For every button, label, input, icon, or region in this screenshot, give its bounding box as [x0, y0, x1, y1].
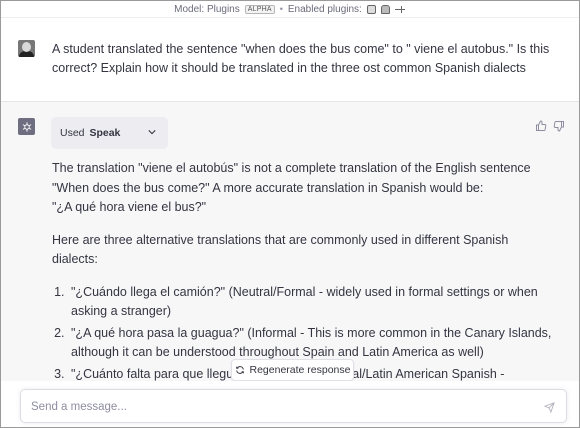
list-item: "¿A qué hora pasa la guagua?" (Informal … — [68, 324, 552, 363]
separator-dot: • — [279, 4, 283, 14]
plugin-icon-2 — [380, 4, 390, 14]
regenerate-button[interactable]: Regenerate response — [231, 359, 354, 381]
answer-intro: The translation "viene el autobús" is no… — [52, 159, 552, 218]
user-message-text: A student translated the sentence "when … — [52, 42, 550, 75]
assistant-logo-icon — [18, 118, 35, 135]
alpha-badge: ALPHA — [244, 4, 275, 14]
message-composer — [20, 389, 567, 423]
chat-window: Model: Plugins ALPHA • Enabled plugins: … — [0, 0, 580, 428]
answer-list-intro: Here are three alternative translations … — [52, 232, 509, 267]
chevron-down-icon — [148, 130, 156, 135]
plugin-used-prefix: Used — [60, 127, 85, 139]
model-info-bar: Model: Plugins ALPHA • Enabled plugins: — [1, 1, 579, 18]
enabled-plugins-label: Enabled plugins: — [287, 3, 362, 15]
thumbs-down-icon[interactable] — [553, 120, 565, 132]
plugin-icon-3 — [394, 5, 406, 14]
list-item: "¿Cuándo llega el camión?" (Neutral/Form… — [68, 283, 552, 322]
regenerate-label: Regenerate response — [249, 364, 351, 376]
plugin-used-toggle[interactable]: Used Speak — [51, 117, 168, 149]
refresh-icon — [235, 366, 244, 374]
answer-intro-line1: The translation "viene el autobús" is no… — [52, 161, 531, 195]
message-input[interactable] — [31, 398, 521, 416]
answer-intro-line2: "¿A qué hora viene el bus?" — [52, 200, 207, 214]
plugin-name: Speak — [89, 127, 121, 139]
send-button[interactable] — [542, 400, 556, 414]
user-message-row: A student translated the sentence "when … — [1, 18, 579, 102]
plugin-icon-1 — [366, 4, 376, 14]
send-icon — [543, 401, 555, 413]
model-label: Model: Plugins — [174, 3, 240, 15]
feedback-icons — [535, 120, 565, 132]
thumbs-up-icon[interactable] — [535, 120, 547, 132]
user-avatar — [18, 40, 35, 57]
